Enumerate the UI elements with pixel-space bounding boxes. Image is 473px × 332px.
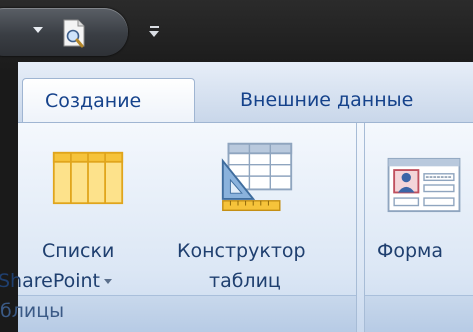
group-caption-tables: блицы: [0, 295, 356, 332]
group-caption-text: блицы: [0, 300, 65, 322]
sharepoint-lists-icon: [52, 151, 124, 205]
customize-qat-icon[interactable]: [148, 24, 162, 40]
sharepoint-lists-label-line2: SharePoint: [0, 267, 113, 295]
group-forms: Форма: [364, 123, 473, 332]
dropdown-arrow-icon[interactable]: [33, 27, 43, 33]
form-label: Форма: [377, 240, 444, 262]
table-design-icon: [221, 142, 293, 212]
chevron-down-icon: [104, 279, 113, 284]
tab-external-data[interactable]: Внешние данные: [240, 78, 413, 122]
table-design-label-line1: Конструктор: [177, 240, 306, 262]
table-design-button[interactable]: Конструктор таблиц: [173, 133, 343, 293]
ribbon-body: Списки SharePoint Конструктор таблиц бли…: [0, 122, 473, 332]
form-button[interactable]: Форма: [365, 133, 473, 293]
table-design-label-line2: таблиц: [209, 270, 281, 292]
title-bar: [0, 0, 473, 70]
sharepoint-lists-button[interactable]: Списки SharePoint: [0, 133, 168, 293]
sharepoint-lists-label-line1: Списки: [42, 240, 115, 262]
group-tables: Списки SharePoint Конструктор таблиц бли…: [0, 123, 357, 332]
form-icon: [387, 157, 461, 213]
ribbon-tab-strip: Создание Внешние данные: [18, 62, 473, 122]
print-preview-icon[interactable]: [62, 19, 86, 49]
tab-create[interactable]: Создание: [22, 78, 195, 122]
group-caption-forms: [365, 295, 473, 332]
